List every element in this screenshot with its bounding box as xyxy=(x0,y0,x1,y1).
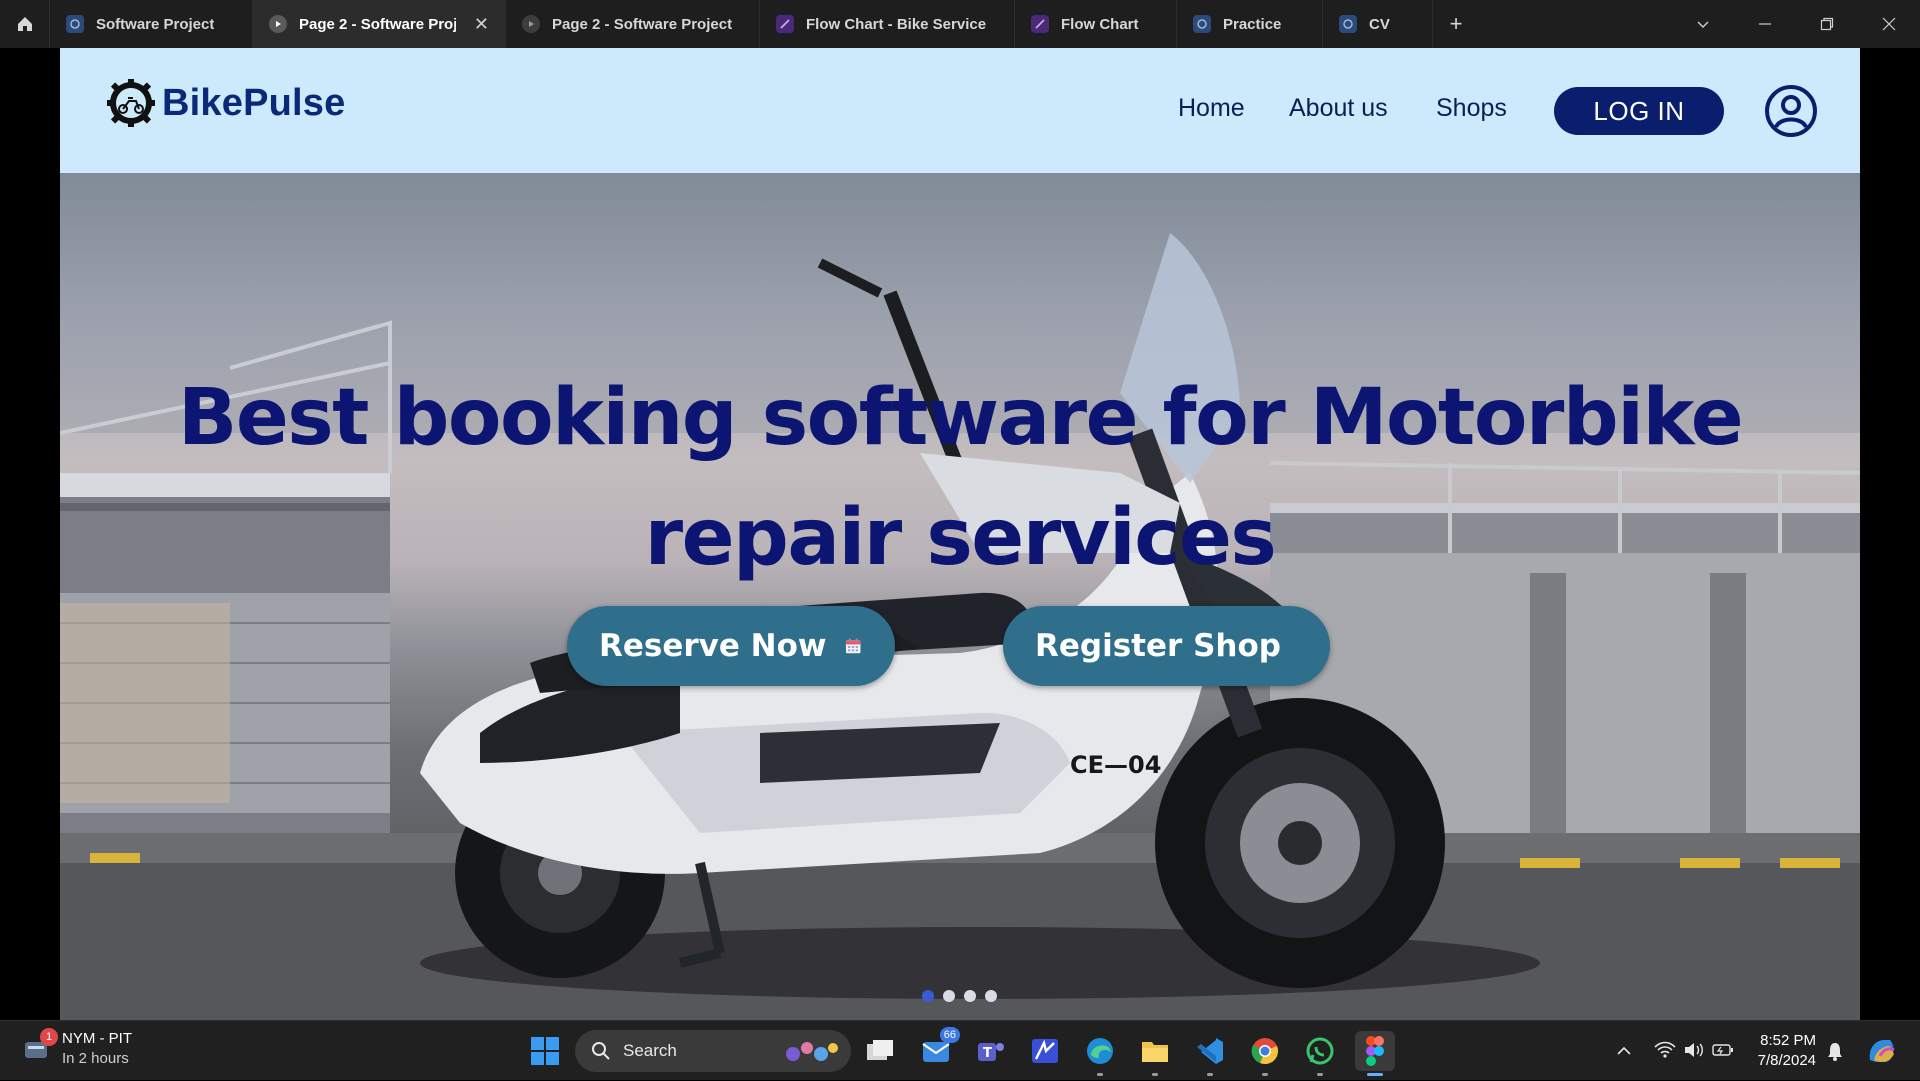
teams-icon[interactable]: T xyxy=(971,1031,1011,1071)
design-file-icon xyxy=(66,15,84,33)
tab-label: Practice xyxy=(1223,15,1282,33)
whatsapp-icon[interactable] xyxy=(1300,1031,1340,1076)
show-hidden-icons-chevron-icon[interactable] xyxy=(1616,1043,1632,1059)
tab-software-project[interactable]: Software Project xyxy=(50,0,253,48)
vscode-icon[interactable] xyxy=(1190,1031,1230,1076)
tab-label: Page 2 - Software Project xyxy=(552,15,733,33)
clock-date: 7/8/2024 xyxy=(1757,1052,1816,1069)
prototype-play-icon xyxy=(269,15,287,33)
windows-taskbar: 1 NYM - PIT In 2 hours Search 66 T 8:52 … xyxy=(0,1020,1920,1080)
gear-motorbike-logo-icon xyxy=(107,79,155,127)
login-button[interactable]: LOG IN xyxy=(1554,87,1724,135)
tab-flow-chart-bike[interactable]: Flow Chart - Bike Service Re xyxy=(760,0,1015,48)
weather-widget[interactable]: 1 NYM - PIT In 2 hours xyxy=(22,1028,132,1069)
prototype-canvas: BikePulse Home About us Shops LOG IN CE—… xyxy=(0,48,1920,1020)
brand-logo[interactable]: BikePulse xyxy=(106,76,345,130)
weather-icon: 1 xyxy=(22,1028,58,1064)
headline-line-2: repair services xyxy=(644,493,1277,583)
copilot-icon[interactable] xyxy=(1866,1036,1898,1066)
minimize-icon[interactable] xyxy=(1734,0,1796,48)
taskbar-search-box[interactable]: Search xyxy=(575,1030,851,1072)
headline-line-1: Best booking software for Motorbike xyxy=(177,373,1744,463)
design-app-icon[interactable] xyxy=(1025,1031,1065,1071)
tab-page2[interactable]: Page 2 - Software Project xyxy=(506,0,760,48)
wifi-icon[interactable] xyxy=(1654,1041,1676,1059)
windows-start-icon[interactable] xyxy=(525,1031,565,1071)
design-file-icon xyxy=(1339,15,1357,33)
app-tab-bar: Software Project Page 2 - Software Proje… xyxy=(0,0,1920,48)
outlook-mail-icon[interactable]: 66 xyxy=(916,1027,960,1071)
site-header: BikePulse Home About us Shops LOG IN xyxy=(60,48,1860,173)
chrome-icon[interactable] xyxy=(1245,1031,1285,1076)
search-icon xyxy=(592,1042,610,1060)
reserve-now-button[interactable]: Reserve Now xyxy=(567,606,895,686)
slider-dot-4[interactable] xyxy=(985,990,997,1002)
new-tab-plus-icon[interactable]: + xyxy=(1433,0,1479,48)
search-placeholder: Search xyxy=(623,1041,677,1060)
tab-label: Software Project xyxy=(96,15,215,33)
hero-headline: Best booking software for Motorbike repa… xyxy=(60,358,1860,598)
nav-about-us[interactable]: About us xyxy=(1289,94,1388,123)
tab-label: Page 2 - Software Project xyxy=(299,15,456,33)
slider-dot-3[interactable] xyxy=(964,990,976,1002)
home-icon[interactable] xyxy=(0,0,50,48)
figjam-file-icon xyxy=(1031,15,1049,33)
battery-icon[interactable] xyxy=(1712,1042,1734,1058)
close-tab-icon[interactable]: ✕ xyxy=(474,14,489,35)
weather-subtitle: In 2 hours xyxy=(62,1050,129,1067)
nav-home[interactable]: Home xyxy=(1178,94,1245,123)
system-clock[interactable]: 8:52 PM 7/8/2024 xyxy=(1754,1031,1816,1071)
volume-icon[interactable] xyxy=(1684,1041,1704,1059)
figjam-file-icon xyxy=(776,15,794,33)
register-shop-label: Register Shop xyxy=(1035,628,1281,664)
tab-flow-chart[interactable]: Flow Chart xyxy=(1015,0,1177,48)
tab-practice[interactable]: Practice xyxy=(1177,0,1323,48)
close-window-icon[interactable] xyxy=(1858,0,1920,48)
task-view-icon[interactable] xyxy=(860,1031,900,1071)
tab-label: Flow Chart xyxy=(1061,15,1139,33)
weather-title: NYM - PIT xyxy=(62,1030,132,1047)
tab-label: CV xyxy=(1369,15,1390,33)
svg-text:T: T xyxy=(983,1046,992,1061)
slider-dot-2[interactable] xyxy=(943,990,955,1002)
edge-browser-icon[interactable] xyxy=(1080,1031,1120,1076)
calendar-icon xyxy=(845,638,861,654)
figma-icon[interactable] xyxy=(1355,1031,1395,1076)
prototype-play-icon xyxy=(522,15,540,33)
clock-time: 8:52 PM xyxy=(1760,1032,1816,1049)
brand-name: BikePulse xyxy=(162,81,346,124)
tab-page2-active[interactable]: Page 2 - Software Project ✕ xyxy=(253,0,506,48)
hero-banner: CE—04 Best booking software for Motorbik… xyxy=(60,173,1860,1020)
register-shop-button[interactable]: Register Shop xyxy=(1003,606,1330,686)
tab-cv[interactable]: CV xyxy=(1323,0,1433,48)
notification-bell-icon[interactable] xyxy=(1826,1041,1844,1061)
search-highlight-icon xyxy=(786,1042,838,1061)
tab-label: Flow Chart - Bike Service Re xyxy=(806,15,991,33)
restore-icon[interactable] xyxy=(1796,0,1858,48)
scooter-model-text: CE—04 xyxy=(1070,751,1161,779)
design-file-icon xyxy=(1193,15,1211,33)
weather-notification-badge: 1 xyxy=(40,1028,58,1046)
nav-shops[interactable]: Shops xyxy=(1436,94,1507,123)
hero-slider-dots xyxy=(922,990,997,1002)
user-account-icon[interactable] xyxy=(1764,84,1818,138)
reserve-now-label: Reserve Now xyxy=(599,628,827,664)
slider-dot-1[interactable] xyxy=(922,990,934,1002)
file-explorer-icon[interactable] xyxy=(1135,1031,1175,1076)
tabs-dropdown-chevron-icon[interactable] xyxy=(1672,0,1734,48)
website-frame: BikePulse Home About us Shops LOG IN CE—… xyxy=(60,48,1860,1020)
mail-count-badge: 66 xyxy=(939,1027,960,1043)
